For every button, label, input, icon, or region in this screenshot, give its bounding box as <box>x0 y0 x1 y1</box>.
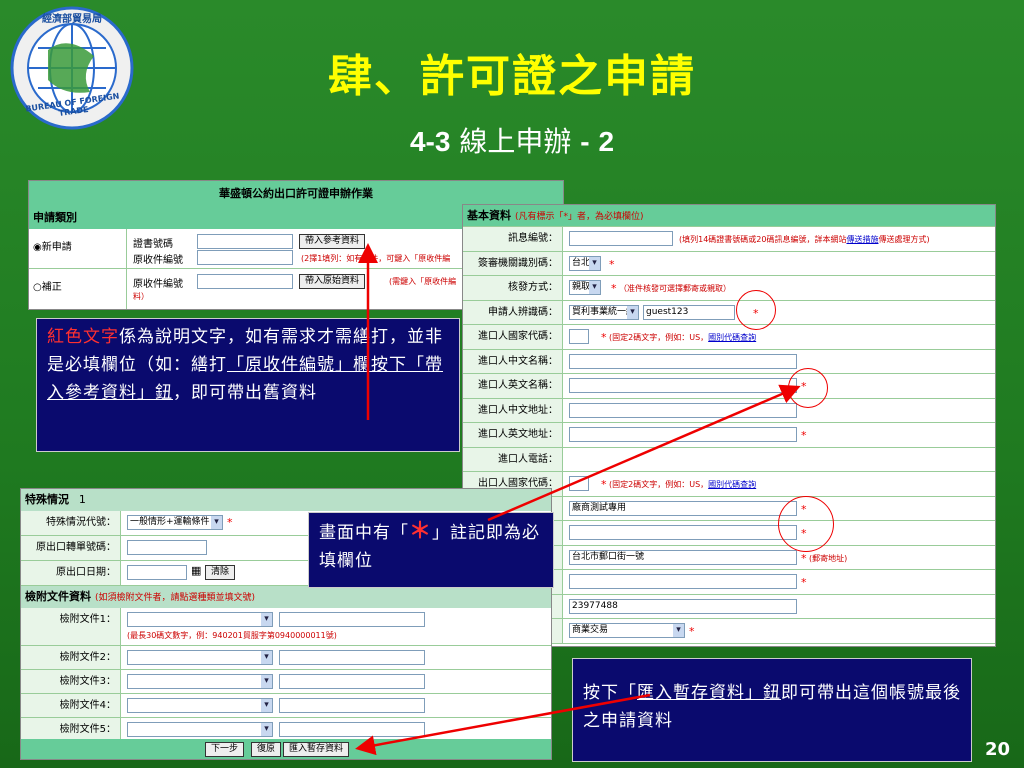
arrow-to-import-button <box>355 693 651 756</box>
annotation-arrows <box>355 243 801 756</box>
page-number: 20 <box>984 739 1010 760</box>
arrow-to-required-mark <box>487 384 801 522</box>
